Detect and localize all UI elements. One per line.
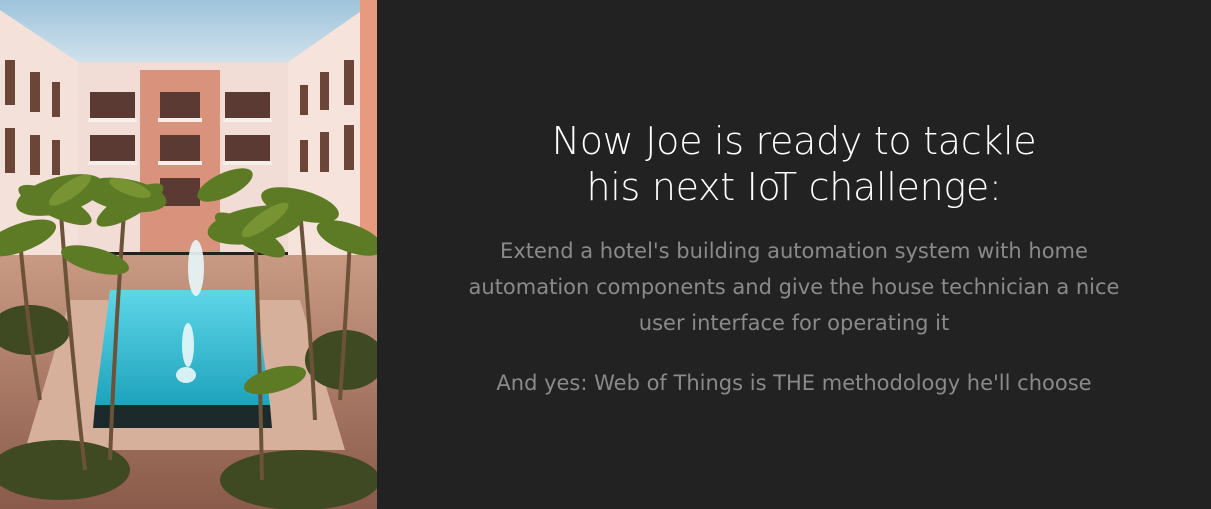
slide-description-line: Extend a hotel's building automation sys… (500, 239, 1088, 263)
slide-title-line: his next IoT challenge: (586, 165, 1002, 209)
slide-text-panel: Now Joe is ready to tackle his next IoT … (377, 0, 1211, 509)
slide-tagline: And yes: Web of Things is THE methodolog… (496, 371, 1092, 395)
slide-description: Extend a hotel's building automation sys… (437, 233, 1151, 341)
slide-description-line: user interface for operating it (638, 311, 950, 335)
hotel-courtyard-image (0, 0, 377, 509)
slide: Now Joe is ready to tackle his next IoT … (0, 0, 1211, 509)
slide-title-line: Now Joe is ready to tackle (551, 119, 1037, 163)
slide-title: Now Joe is ready to tackle his next IoT … (377, 118, 1211, 210)
slide-description-line: automation components and give the house… (468, 275, 1120, 299)
